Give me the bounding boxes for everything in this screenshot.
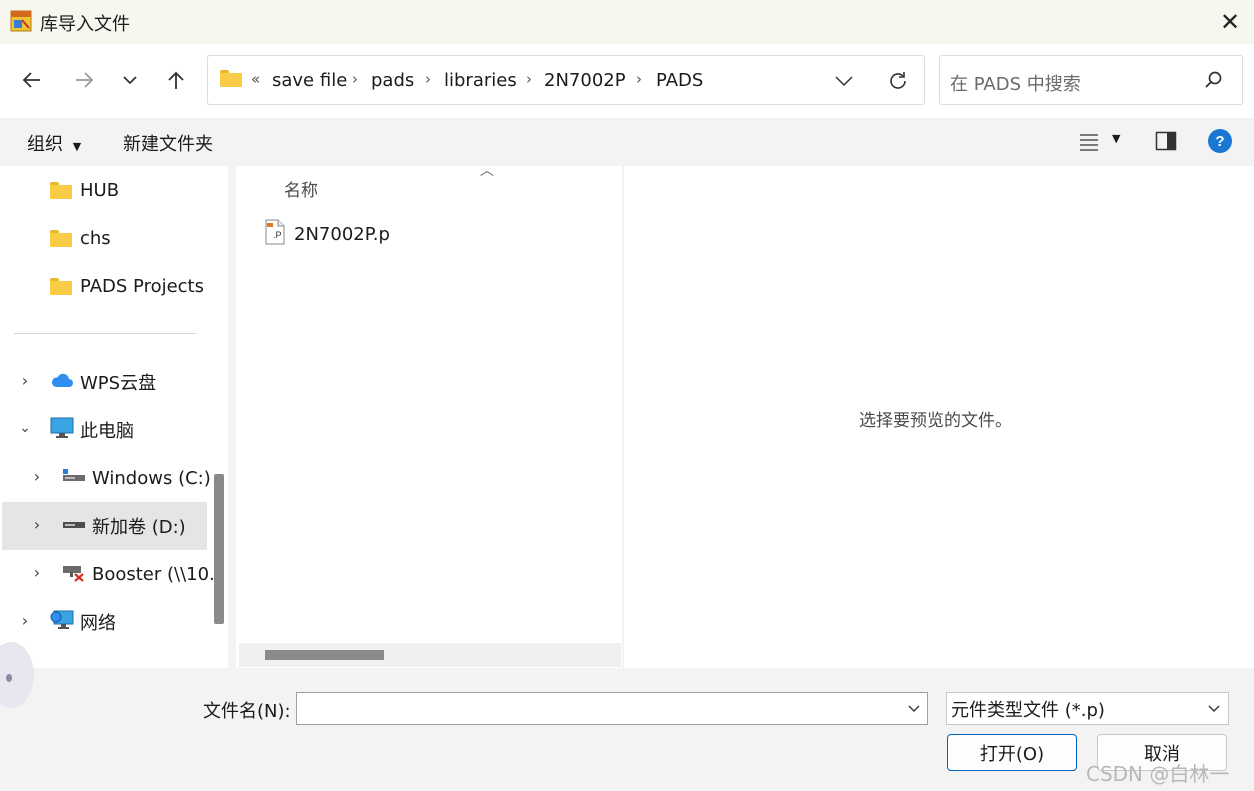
search-placeholder: 在 PADS 中搜索 (950, 74, 1081, 95)
sidebar-item-pads-projects[interactable]: PADS Projects (50, 265, 204, 307)
window-title: 库导入文件 (40, 14, 130, 35)
network-icon (50, 609, 74, 636)
open-button[interactable]: 打开(O) (947, 734, 1077, 771)
watermark: CSDN @白林一 (1086, 762, 1230, 786)
chevron-right-icon[interactable]: › (30, 563, 44, 582)
chevron-down-icon[interactable] (906, 700, 922, 721)
arrow-up-icon[interactable] (160, 62, 192, 98)
help-icon[interactable]: ? (1208, 129, 1232, 158)
breadcrumb-separator[interactable]: › (636, 70, 642, 88)
navigation-pane: HUB chs PADS Projects › WPS云盘 ⌄ 此电脑 › Wi… (0, 166, 228, 668)
drive-icon (62, 467, 86, 490)
sidebar-item-label: 此电脑 (80, 421, 134, 442)
computer-icon (50, 417, 74, 444)
refresh-icon[interactable] (887, 70, 909, 97)
filename-input[interactable] (296, 692, 928, 725)
pads-app-icon (10, 10, 32, 32)
drive-icon (62, 515, 86, 538)
sidebar-item-booster[interactable]: Booster (\\10. (62, 553, 215, 595)
folder-icon (50, 181, 72, 199)
file-row[interactable]: .P 2N7002P.p (264, 218, 390, 250)
network-drive-icon (62, 562, 86, 587)
filename-label: 文件名(N): (203, 701, 291, 722)
chevron-right-icon[interactable]: › (30, 515, 44, 534)
dialog-footer (0, 668, 1254, 791)
title-bar (0, 0, 1254, 44)
sidebar-item-label: 网络 (80, 613, 116, 634)
breadcrumb-separator[interactable]: › (352, 70, 358, 88)
breadcrumb-separator[interactable]: › (425, 70, 431, 88)
arrow-right-icon[interactable] (68, 62, 100, 98)
breadcrumb-item[interactable]: 2N7002P (544, 70, 626, 91)
chevron-down-icon[interactable] (1206, 700, 1222, 721)
sidebar-item-network[interactable]: 网络 (50, 601, 116, 643)
breadcrumb-overflow[interactable]: « (251, 70, 260, 88)
sidebar-item-label: chs (80, 227, 111, 249)
sidebar-item-label: Windows (C:) (92, 467, 211, 489)
breadcrumb-item-current[interactable]: PADS (656, 70, 703, 91)
file-icon: .P (264, 219, 286, 250)
sidebar-item-hub[interactable]: HUB (50, 169, 119, 211)
close-icon[interactable]: ✕ (1208, 2, 1252, 42)
sidebar-item-drive-d[interactable]: 新加卷 (D:) (62, 505, 186, 547)
folder-icon (50, 229, 72, 247)
sidebar-item-label: PADS Projects (80, 275, 204, 297)
svg-text:?: ? (1215, 133, 1224, 150)
preview-pane-icon[interactable] (1155, 130, 1177, 157)
file-name: 2N7002P.p (294, 223, 390, 245)
chevron-down-icon[interactable] (834, 72, 854, 95)
sidebar-scrollbar[interactable] (214, 474, 224, 624)
chevron-right-icon[interactable]: › (30, 467, 44, 486)
breadcrumb-item[interactable]: save file (272, 70, 347, 91)
folder-icon (220, 70, 250, 87)
arrow-left-icon[interactable] (16, 62, 48, 98)
sidebar-item-label: WPS云盘 (80, 373, 157, 394)
filetype-select[interactable]: 元件类型文件 (*.p) (946, 692, 1229, 725)
sidebar-item-label: 新加卷 (D:) (92, 517, 186, 538)
breadcrumb-item[interactable]: libraries (444, 70, 517, 91)
new-folder-button[interactable]: 新建文件夹 (123, 130, 213, 156)
breadcrumb-separator[interactable]: › (526, 70, 532, 88)
filetype-value: 元件类型文件 (*.p) (951, 699, 1105, 721)
sidebar-item-label: HUB (80, 179, 120, 201)
sidebar-item-chs[interactable]: chs (50, 217, 111, 259)
assistant-eye (6, 674, 12, 682)
chevron-right-icon[interactable]: › (18, 371, 32, 390)
chevron-down-icon[interactable] (114, 62, 146, 98)
column-header-name[interactable]: 名称 (284, 176, 318, 201)
view-list-icon[interactable] (1078, 130, 1100, 157)
preview-message: 选择要预览的文件。 (859, 411, 1012, 431)
sidebar-item-label: Booster (\\10. (92, 563, 215, 585)
search-icon[interactable] (1204, 70, 1224, 95)
divider (14, 333, 196, 334)
horizontal-scrollbar-thumb[interactable] (265, 650, 384, 660)
caret-down-icon[interactable]: ▼ (1112, 132, 1120, 145)
sidebar-item-wps-cloud[interactable]: WPS云盘 (50, 361, 156, 403)
svg-text:.P: .P (273, 230, 282, 240)
organize-label: 组织 (27, 134, 63, 155)
cloud-icon (50, 371, 74, 394)
organize-button[interactable]: 组织 ▼ (27, 130, 81, 156)
chevron-right-icon[interactable]: › (18, 611, 32, 630)
breadcrumb-item[interactable]: pads (371, 70, 414, 91)
sidebar-item-this-pc[interactable]: 此电脑 (50, 409, 134, 451)
sort-ascending-icon: ︿ (480, 163, 494, 179)
caret-down-icon: ▼ (72, 140, 82, 153)
chevron-down-icon[interactable]: ⌄ (18, 420, 32, 436)
sidebar-item-drive-c[interactable]: Windows (C:) (62, 457, 211, 499)
folder-icon (50, 277, 72, 295)
